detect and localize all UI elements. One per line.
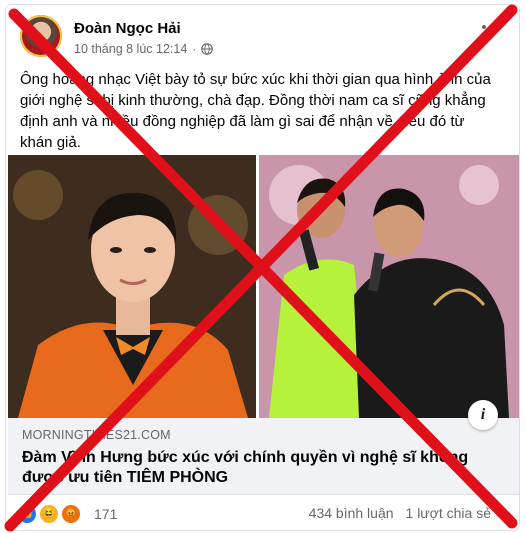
meta-separator: ·	[192, 42, 197, 56]
link-title[interactable]: Đàm Vĩnh Hưng bức xúc với chính quyền vì…	[22, 448, 492, 488]
more-options-icon[interactable]	[476, 17, 506, 37]
link-domain: MORNINGTIMES21.COM	[22, 428, 171, 442]
globe-icon	[201, 43, 214, 55]
link-preview-images[interactable]	[8, 155, 519, 418]
link-preview-box[interactable]: i MORNINGTIMES21.COM Đàm Vĩnh Hưng bức x…	[8, 400, 519, 495]
shares-count[interactable]: 1 lượt chia sẻ	[406, 505, 491, 521]
reaction-count[interactable]: 171	[94, 506, 117, 522]
post-header: Đoàn Ngọc Hải 10 tháng 8 lúc 12:14 ·	[20, 15, 500, 61]
haha-icon: 😆	[38, 503, 60, 525]
singer-portrait-image	[8, 155, 256, 418]
stage-illustration	[259, 155, 519, 418]
post-meta: 10 tháng 8 lúc 12:14 ·	[74, 42, 214, 56]
like-icon: 👍	[16, 503, 38, 525]
portrait-illustration	[8, 155, 256, 418]
facebook-post: Đoàn Ngọc Hải 10 tháng 8 lúc 12:14 · Ông…	[5, 4, 520, 531]
author-name[interactable]: Đoàn Ngọc Hải	[74, 20, 181, 37]
comments-count[interactable]: 434 bình luận	[309, 505, 394, 521]
stage-performance-image	[259, 155, 519, 418]
info-icon[interactable]: i	[468, 400, 498, 430]
reactions-bar[interactable]: 👍 😆 😡 171	[16, 503, 117, 525]
post-text: Ông hoàng nhạc Việt bày tỏ sự bức xúc kh…	[20, 71, 491, 151]
author-avatar[interactable]	[20, 15, 62, 57]
post-timestamp[interactable]: 10 tháng 8 lúc 12:14	[74, 42, 187, 56]
engagement-stats: 434 bình luận 1 lượt chia sẻ	[309, 505, 491, 521]
angry-icon: 😡	[60, 503, 82, 525]
